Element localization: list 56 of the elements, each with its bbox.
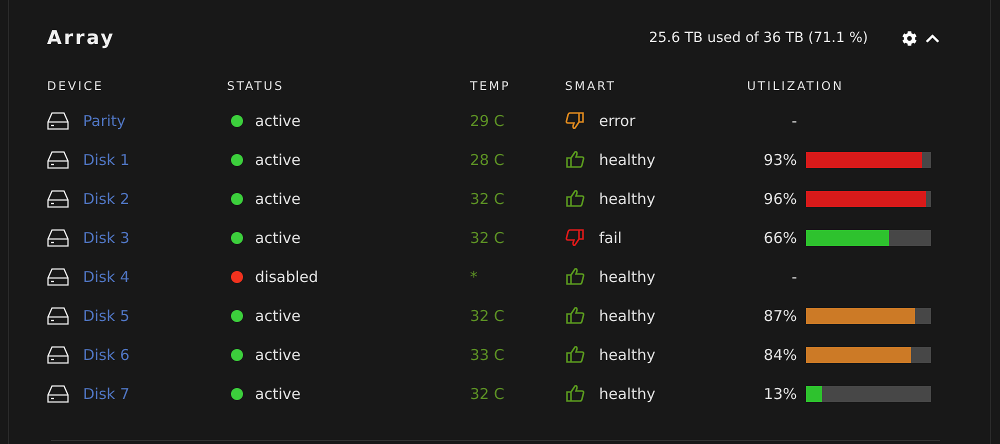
settings-icon[interactable] [902,30,917,46]
column-header: DEVICE [47,79,104,93]
smart-status: healthy [599,268,656,286]
column-header: UTILIZATION [747,79,844,93]
smart-status: healthy [599,346,656,364]
utilization-reading: - [790,112,797,130]
status-text: active [255,228,301,246]
device-link[interactable]: Disk 5 [83,306,130,324]
status-text: active [255,384,301,402]
status-text: active [255,150,301,168]
hard-drive-icon [47,228,69,246]
column-header: TEMP [470,79,511,93]
hard-drive-icon [47,190,69,208]
device-link[interactable]: Disk 6 [83,346,130,364]
temperature: * [470,268,478,286]
device-link[interactable]: Disk 4 [83,268,130,286]
smart-status: healthy [599,150,656,168]
device-link[interactable]: Disk 1 [83,150,130,168]
smart-status: healthy [599,190,656,208]
column-header: SMART [565,79,616,93]
status-text: active [255,190,301,208]
utilization-reading: 87% [762,306,797,324]
smart-status: error [599,112,636,130]
temperature: 32 C [470,306,504,324]
utilization-reading: 13% [762,384,797,402]
utilization-reading: - [790,268,797,286]
column-header: STATUS [227,79,284,93]
panel-title: Array [47,27,116,49]
utilization-reading: 66% [762,228,797,246]
temperature: 28 C [470,150,504,168]
device-link[interactable]: Parity [83,112,126,130]
temperature: 29 C [470,112,504,130]
hard-drive-icon [47,346,69,364]
hard-drive-icon [47,384,69,402]
temperature: 32 C [470,190,504,208]
hard-drive-icon [47,306,69,324]
status-text: active [255,346,301,364]
utilization-reading: 96% [762,190,797,208]
status-text: active [255,306,301,324]
utilization-reading: 84% [762,346,797,364]
usage-summary: 25.6 TB used of 36 TB (71.1 %) [648,30,868,46]
hard-drive-icon [47,268,69,286]
hard-drive-icon [47,112,69,130]
smart-status: healthy [599,384,656,402]
status-text: active [255,112,301,130]
temperature: 33 C [470,346,504,364]
device-link[interactable]: Disk 2 [83,190,130,208]
status-text: disabled [255,268,318,286]
device-link[interactable]: Disk 7 [83,384,130,402]
device-link[interactable]: Disk 3 [83,228,130,246]
temperature: 32 C [470,384,504,402]
smart-status: fail [599,228,622,246]
hard-drive-icon [47,150,69,168]
smart-status: healthy [599,306,656,324]
utilization-reading: 93% [762,150,797,168]
temperature: 32 C [470,228,504,246]
